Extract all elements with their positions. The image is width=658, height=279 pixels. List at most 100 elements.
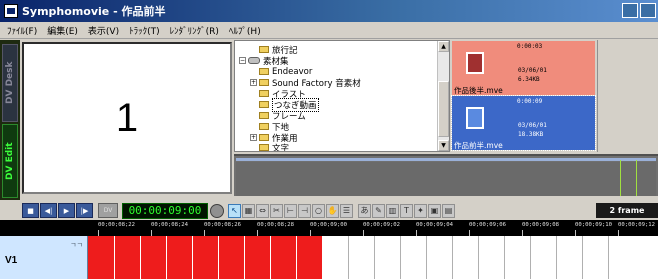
frame-mode-display[interactable]: 2 frame [596,203,658,218]
in-point-icon[interactable]: ⊢ [284,203,297,218]
folder-icon [259,46,269,53]
razor-icon[interactable]: ✂ [270,203,283,218]
zoom-icon[interactable]: ○ [312,203,325,218]
clip-filename: 作品前半.mve [454,141,503,150]
list-icon[interactable]: ☰ [340,203,353,218]
ruler-tick: 00;00;09;06 [469,222,507,236]
effect-icon[interactable]: ✦ [414,203,427,218]
tab-dv-edit[interactable]: DV Edit [2,124,18,198]
tree-item-endeavor[interactable]: Endeavor [259,66,312,77]
movie-file-icon [466,52,484,74]
tree-item-tsunagi-douga[interactable]: つなぎ動画 [259,97,319,112]
frame-divider [270,236,271,279]
timecode-display[interactable]: 00:00:09:00 [122,202,208,219]
paint-icon[interactable]: ✎ [372,203,385,218]
drive-icon [248,57,260,64]
title-bar[interactable]: Symphomovie - 作品前半 [0,0,658,22]
tree-item-shitaji[interactable]: 下地 [259,121,289,133]
next-frame-button[interactable]: |▶ [76,203,93,218]
previous-frame-button[interactable]: ◀| [40,203,57,218]
menu-track[interactable]: ﾄﾗｯｸ(T) [124,24,165,37]
scroll-thumb[interactable] [438,81,449,137]
frame-divider [582,236,583,279]
ruler-tick: 00;00;08;22 [98,222,136,236]
menu-file[interactable]: ﾌｧｲﾙ(F) [2,24,42,37]
dv-button[interactable]: DV [98,203,118,218]
clip-date: 03/06/01 [518,122,547,129]
window-title: Symphomovie - 作品前半 [22,5,166,18]
frame-divider [218,236,219,279]
track-lane-v1[interactable] [88,236,658,279]
storyboard-strip[interactable] [234,154,658,196]
tree-item-sound-factory[interactable]: + Sound Factory 音素材 [250,77,361,89]
frame-divider [114,236,115,279]
clip-size: 6.34KB [518,76,540,83]
ruler-tick: 00;00;08;28 [257,222,295,236]
track-lock-icon[interactable]: ㄱㄱ [70,240,83,250]
ruler-tick: 00;00;09;02 [363,222,401,236]
maximize-button[interactable] [640,3,656,18]
film-icon[interactable]: ▤ [442,203,455,218]
menu-bar: ﾌｧｲﾙ(F) 編集(E) 表示(V) ﾄﾗｯｸ(T) ﾚﾝﾀﾞﾘﾝｸﾞ(R) … [0,22,658,39]
link-icon[interactable]: ⇔ [256,203,269,218]
menu-rendering[interactable]: ﾚﾝﾀﾞﾘﾝｸﾞ(R) [165,24,224,37]
frame-divider [426,236,427,279]
storyboard-area[interactable] [236,162,656,196]
ruler-tick: 00;00;09;04 [416,222,454,236]
frame-divider [530,236,531,279]
menu-edit[interactable]: 編集(E) [42,24,83,37]
side-tab-bar: DV Desk DV Edit [0,40,20,200]
movie-file-icon [466,107,484,129]
timeline-ruler[interactable]: 00;00;08;22 00;00;08;24 00;00;08;26 00;0… [88,220,658,236]
tree-item-frame[interactable]: フレーム [259,110,306,122]
select-range-icon[interactable]: ▦ [242,203,255,218]
menu-help[interactable]: ﾍﾙﾌﾟ(H) [224,24,266,37]
frame-divider [348,236,349,279]
hand-icon[interactable]: ✋ [326,203,339,218]
scroll-down-icon[interactable]: ▼ [438,140,449,151]
tree-item-moji[interactable]: 文字 [259,142,289,151]
render-icon[interactable]: ▣ [428,203,441,218]
app-icon[interactable] [4,4,18,18]
clip-card-zenhan[interactable]: 0:00:09 03/06/01 18.38KB 作品前半.mve [451,95,596,151]
expand-icon[interactable]: + [250,79,257,86]
collapse-icon[interactable]: − [239,57,246,64]
clip-card-kouhan[interactable]: 0:00:03 03/06/01 6.34KB 作品後半.mve [452,41,595,95]
scroll-up-icon[interactable]: ▲ [438,41,449,52]
layout-icon[interactable]: ▥ [386,203,399,218]
clip-date: 03/06/01 [518,67,547,74]
ruler-tick: 00;00;09;00 [310,222,348,236]
minimize-button[interactable] [622,3,638,18]
tab-dv-desk[interactable]: DV Desk [2,44,18,122]
folder-tree: 旅行記 − 素材集 Endeavor + Sound Factory 音素材 イ… [234,40,450,152]
folder-icon [259,123,269,130]
storyboard-position-bar [236,158,656,161]
title-icon[interactable]: T [400,203,413,218]
ruler-tick: 00;00;09;12 [618,222,656,236]
folder-icon [259,79,269,86]
out-point-icon[interactable]: ⊣ [298,203,311,218]
ruler-tick: 00;00;09;08 [522,222,560,236]
tree-item-sozaishu[interactable]: − 素材集 [239,55,289,67]
track-header-v1[interactable]: ㄱㄱ V1 [0,236,88,279]
expand-icon[interactable]: + [250,134,257,141]
frame-divider [140,236,141,279]
clip-bin-side-panel [597,40,658,152]
text-icon[interactable]: あ [358,203,371,218]
menu-view[interactable]: 表示(V) [83,24,124,37]
storyboard-out-marker[interactable] [636,160,637,196]
tree-scrollbar[interactable]: ▲ ▼ [437,41,449,151]
folder-icon [259,68,269,75]
track-name: V1 [5,255,18,266]
stop-button[interactable]: ■ [22,203,39,218]
timeline-clip[interactable] [88,236,322,279]
jog-knob[interactable] [210,203,224,218]
play-button[interactable]: ▶ [58,203,75,218]
frame-divider [452,236,453,279]
arrow-icon[interactable]: ↖ [228,203,241,218]
frame-divider [504,236,505,279]
frame-divider [608,236,609,279]
tree-item-ryokouki[interactable]: 旅行記 [259,44,298,56]
frame-divider [166,236,167,279]
storyboard-in-marker[interactable] [620,160,621,196]
